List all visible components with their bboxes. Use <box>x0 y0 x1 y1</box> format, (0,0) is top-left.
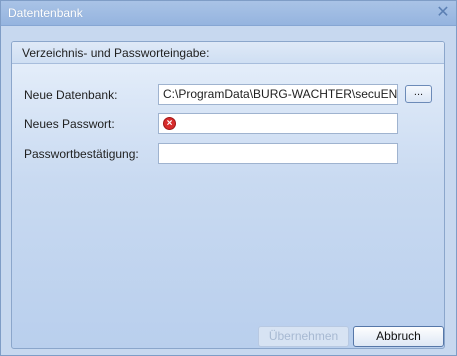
dialog-window: Datentenbank ✕ Verzeichnis- und Passwort… <box>0 0 457 356</box>
group-title: Verzeichnis- und Passworteingabe: <box>22 46 210 60</box>
directory-password-group: Verzeichnis- und Passworteingabe: Neue D… <box>11 41 445 349</box>
database-label: Neue Datenbank: <box>24 88 118 102</box>
password-label: Neues Passwort: <box>24 117 115 131</box>
apply-button[interactable]: Übernehmen <box>258 326 349 347</box>
close-icon[interactable]: ✕ <box>434 4 452 22</box>
error-icon: × <box>163 117 176 130</box>
titlebar: Datentenbank ✕ <box>1 1 456 26</box>
password-confirm-input[interactable] <box>158 143 398 164</box>
group-header: Verzeichnis- und Passworteingabe: <box>12 42 444 64</box>
database-path-input[interactable]: C:\ProgramData\BURG-WACHTER\secuENT <box>158 84 398 105</box>
cancel-button[interactable]: Abbruch <box>353 326 444 347</box>
browse-button[interactable]: ... <box>405 85 432 103</box>
password-confirm-label: Passwortbestätigung: <box>24 147 139 161</box>
password-input[interactable]: × <box>158 113 398 134</box>
window-title: Datentenbank <box>8 6 83 20</box>
